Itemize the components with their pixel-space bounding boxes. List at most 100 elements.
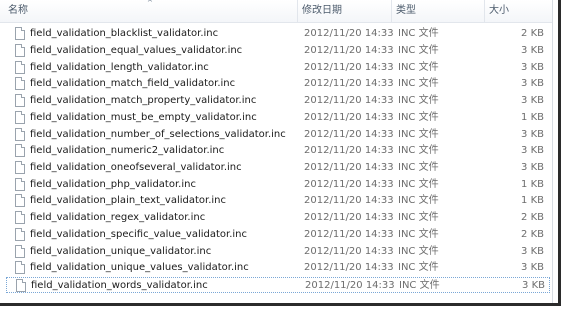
file-row[interactable]: field_validation_match_field_validator.i… xyxy=(6,76,550,92)
file-size: 2 KB xyxy=(521,212,544,223)
file-name: field_validation_length_validator.inc xyxy=(30,62,209,73)
file-name: field_validation_blacklist_validator.inc xyxy=(30,28,219,39)
file-size: 3 KB xyxy=(521,95,544,106)
file-type: INC 文件 xyxy=(398,195,439,206)
file-type: INC 文件 xyxy=(398,78,439,89)
column-header-date[interactable]: 修改日期 xyxy=(298,0,392,22)
file-type: INC 文件 xyxy=(398,262,439,273)
file-row[interactable]: field_validation_must_be_empty_validator… xyxy=(6,110,550,126)
file-type: INC 文件 xyxy=(398,112,439,123)
file-type: INC 文件 xyxy=(398,129,439,140)
file-date: 2012/11/20 14:33 xyxy=(304,179,394,190)
file-icon xyxy=(15,194,25,207)
file-name: field_validation_match_field_validator.i… xyxy=(30,78,236,89)
file-type: INC 文件 xyxy=(398,95,439,106)
file-name: field_validation_unique_values_validator… xyxy=(30,262,249,273)
file-name: field_validation_unique_validator.inc xyxy=(30,246,212,257)
file-name: field_validation_equal_values_validator.… xyxy=(30,45,243,56)
file-date: 2012/11/20 14:33 xyxy=(304,78,394,89)
file-date: 2012/11/20 14:33 xyxy=(304,212,394,223)
file-type: INC 文件 xyxy=(398,28,439,39)
file-icon xyxy=(15,178,25,191)
file-date: 2012/11/20 14:33 xyxy=(304,262,394,273)
file-size: 3 KB xyxy=(521,78,544,89)
file-size: 3 KB xyxy=(522,280,545,291)
file-name: field_validation_numeric2_validator.inc xyxy=(30,145,225,156)
file-date: 2012/11/20 14:33 xyxy=(304,246,394,257)
file-icon xyxy=(15,128,25,141)
file-name: field_validation_must_be_empty_validator… xyxy=(30,112,257,123)
file-name: field_validation_number_of_selections_va… xyxy=(30,129,286,140)
file-name: field_validation_php_validator.inc xyxy=(30,179,196,190)
file-size: 3 KB xyxy=(521,62,544,73)
file-row[interactable]: field_validation_plain_text_validator.in… xyxy=(6,193,550,209)
scroll-gutter xyxy=(552,0,558,303)
file-icon xyxy=(15,261,25,274)
file-date: 2012/11/20 14:33 xyxy=(305,280,395,291)
file-size: 3 KB xyxy=(521,246,544,257)
file-name: field_validation_regex_validator.inc xyxy=(30,212,206,223)
column-header-type[interactable]: 类型 xyxy=(392,0,485,22)
file-row[interactable]: field_validation_equal_values_validator.… xyxy=(6,43,550,59)
file-type: INC 文件 xyxy=(398,162,439,173)
file-icon xyxy=(15,94,25,107)
file-type: INC 文件 xyxy=(398,145,439,156)
file-row-selected[interactable]: field_validation_words_validator.inc 201… xyxy=(6,277,550,293)
file-date: 2012/11/20 14:33 xyxy=(304,62,394,73)
file-date: 2012/11/20 14:33 xyxy=(304,28,394,39)
file-row[interactable]: field_validation_number_of_selections_va… xyxy=(6,127,550,143)
file-size: 1 KB xyxy=(521,112,544,123)
file-icon xyxy=(15,144,25,157)
file-row[interactable]: field_validation_php_validator.inc 2012/… xyxy=(6,177,550,193)
column-header-bar: 名称 ^ 修改日期 类型 大小 xyxy=(0,0,552,23)
file-size: 3 KB xyxy=(521,145,544,156)
file-size: 1 KB xyxy=(521,195,544,206)
file-row[interactable]: field_validation_oneofseveral_validator.… xyxy=(6,160,550,176)
file-date: 2012/11/20 14:33 xyxy=(304,162,394,173)
file-icon xyxy=(15,77,25,90)
file-size: 3 KB xyxy=(521,162,544,173)
file-icon xyxy=(15,61,25,74)
file-name: field_validation_oneofseveral_validator.… xyxy=(30,162,242,173)
file-name: field_validation_specific_value_validato… xyxy=(30,229,248,240)
file-type: INC 文件 xyxy=(399,280,440,291)
file-row[interactable]: field_validation_unique_values_validator… xyxy=(6,260,550,276)
file-icon xyxy=(15,228,25,241)
file-icon xyxy=(15,211,25,224)
file-date: 2012/11/20 14:33 xyxy=(304,45,394,56)
file-icon xyxy=(15,27,25,40)
file-type: INC 文件 xyxy=(398,212,439,223)
file-type: INC 文件 xyxy=(398,179,439,190)
column-header-size[interactable]: 大小 xyxy=(485,0,552,22)
file-name: field_validation_words_validator.inc xyxy=(31,280,208,291)
file-date: 2012/11/20 14:33 xyxy=(304,129,394,140)
file-name: field_validation_match_property_validato… xyxy=(30,95,257,106)
file-date: 2012/11/20 14:33 xyxy=(304,195,394,206)
file-date: 2012/11/20 14:33 xyxy=(304,112,394,123)
file-icon xyxy=(15,111,25,124)
file-row[interactable]: field_validation_unique_validator.inc 20… xyxy=(6,244,550,260)
file-type: INC 文件 xyxy=(398,45,439,56)
file-size: 3 KB xyxy=(521,129,544,140)
file-list-window: 名称 ^ 修改日期 类型 大小 field_validation_blackli… xyxy=(0,0,561,306)
file-date: 2012/11/20 14:33 xyxy=(304,95,394,106)
file-row[interactable]: field_validation_numeric2_validator.inc … xyxy=(6,143,550,159)
file-icon xyxy=(16,279,26,292)
file-date: 2012/11/20 14:33 xyxy=(304,229,394,240)
file-size: 2 KB xyxy=(521,28,544,39)
file-row[interactable]: field_validation_match_property_validato… xyxy=(6,93,550,109)
file-icon xyxy=(15,44,25,57)
file-size: 3 KB xyxy=(521,45,544,56)
file-size: 2 KB xyxy=(521,229,544,240)
file-type: INC 文件 xyxy=(398,229,439,240)
file-type: INC 文件 xyxy=(398,62,439,73)
file-row[interactable]: field_validation_blacklist_validator.inc… xyxy=(6,26,550,42)
file-date: 2012/11/20 14:33 xyxy=(304,145,394,156)
file-name: field_validation_plain_text_validator.in… xyxy=(30,195,227,206)
file-icon xyxy=(15,161,25,174)
file-row[interactable]: field_validation_specific_value_validato… xyxy=(6,227,550,243)
file-row[interactable]: field_validation_length_validator.inc 20… xyxy=(6,60,550,76)
file-type: INC 文件 xyxy=(398,246,439,257)
sort-caret-icon: ^ xyxy=(147,0,153,7)
file-row[interactable]: field_validation_regex_validator.inc 201… xyxy=(6,210,550,226)
